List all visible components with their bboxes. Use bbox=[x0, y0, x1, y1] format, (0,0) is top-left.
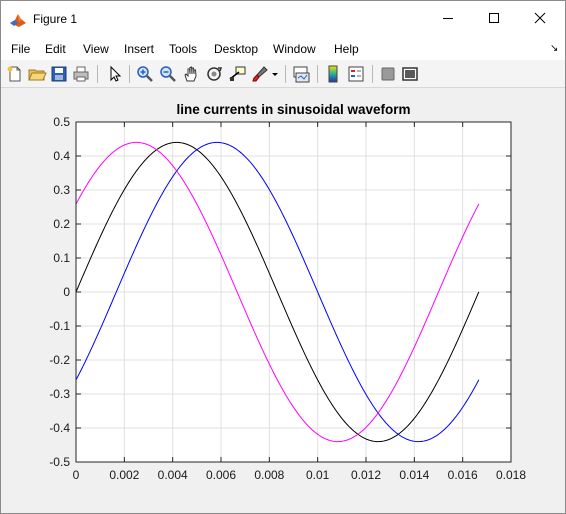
pointer-arrow-icon[interactable] bbox=[105, 64, 125, 84]
save-icon[interactable] bbox=[49, 64, 69, 84]
x-tick-label: 0.002 bbox=[109, 468, 139, 482]
x-tick-label: 0 bbox=[73, 468, 80, 482]
x-tick-label: 0.008 bbox=[254, 468, 284, 482]
close-icon bbox=[534, 12, 546, 27]
toolbar-separator bbox=[285, 65, 286, 83]
figure-window: Figure 1 File Edit View Insert Tools Des… bbox=[0, 0, 566, 514]
x-tick-label: 0.016 bbox=[448, 468, 478, 482]
x-tick-label: 0.006 bbox=[206, 468, 236, 482]
print-icon[interactable] bbox=[71, 64, 91, 84]
menu-edit[interactable]: Edit bbox=[45, 42, 66, 56]
x-tick-label: 0.012 bbox=[351, 468, 381, 482]
y-tick-label: -0.5 bbox=[49, 455, 70, 469]
toolbar-separator bbox=[317, 65, 318, 83]
toolbar-separator bbox=[97, 65, 98, 83]
show-plot-tools-icon[interactable] bbox=[400, 64, 420, 84]
plot-area: 0 0.002 0.004 0.006 0.008 0.01 0.012 0.014 0.016… bbox=[49, 102, 526, 482]
y-tick-label: 0.3 bbox=[53, 183, 70, 197]
menu-bar: File Edit View Insert Tools Desktop Wind… bbox=[1, 38, 565, 60]
y-tick-label: -0.3 bbox=[49, 387, 70, 401]
minimize-icon bbox=[442, 12, 454, 27]
zoom-out-icon[interactable] bbox=[158, 64, 178, 84]
menu-insert[interactable]: Insert bbox=[124, 42, 154, 56]
y-tick-label: 0 bbox=[63, 285, 70, 299]
colorbar-icon[interactable] bbox=[323, 64, 343, 84]
y-tick-label: -0.4 bbox=[49, 421, 70, 435]
new-figure-icon[interactable] bbox=[5, 64, 25, 84]
menu-file[interactable]: File bbox=[11, 42, 30, 56]
x-tick-label: 0.018 bbox=[496, 468, 526, 482]
y-tick-label: 0.5 bbox=[53, 115, 70, 129]
window-title: Figure 1 bbox=[33, 12, 78, 26]
y-tick-label: 0.1 bbox=[53, 251, 70, 265]
title-bar: Figure 1 bbox=[1, 1, 565, 38]
x-tick-label: 0.01 bbox=[306, 468, 330, 482]
menu-window[interactable]: Window bbox=[273, 42, 316, 56]
open-file-icon[interactable] bbox=[27, 64, 47, 84]
x-tick-label: 0.014 bbox=[399, 468, 429, 482]
minimize-button[interactable] bbox=[425, 1, 471, 38]
legend-icon[interactable] bbox=[346, 64, 366, 84]
y-tick-label: -0.2 bbox=[49, 353, 70, 367]
maximize-icon bbox=[488, 12, 500, 27]
y-tick-label: 0.2 bbox=[53, 217, 70, 231]
matlab-logo-icon bbox=[9, 11, 27, 29]
rotate-3d-icon[interactable] bbox=[204, 64, 224, 84]
figure-toolbar bbox=[1, 60, 565, 88]
y-tick-label: 0.4 bbox=[53, 149, 70, 163]
pan-hand-icon[interactable] bbox=[181, 64, 201, 84]
figure-canvas: 0 0.002 0.004 0.006 0.008 0.01 0.012 0.014 0.016… bbox=[1, 89, 565, 513]
menu-desktop[interactable]: Desktop bbox=[214, 42, 258, 56]
menu-view[interactable]: View bbox=[83, 42, 109, 56]
menu-help[interactable]: Help bbox=[334, 42, 359, 56]
dock-arrow-icon[interactable]: ↘ bbox=[550, 43, 558, 54]
y-tick-label: -0.1 bbox=[49, 319, 70, 333]
brush-dropdown-icon[interactable] bbox=[269, 64, 281, 84]
maximize-button[interactable] bbox=[471, 1, 517, 38]
data-cursor-icon[interactable] bbox=[227, 64, 247, 84]
toolbar-separator bbox=[129, 65, 130, 83]
x-tick-label: 0.004 bbox=[158, 468, 188, 482]
brush-icon[interactable] bbox=[250, 64, 270, 84]
zoom-in-icon[interactable] bbox=[135, 64, 155, 84]
hide-plot-tools-icon[interactable] bbox=[378, 64, 398, 84]
close-button[interactable] bbox=[517, 1, 563, 38]
toolbar-separator bbox=[372, 65, 373, 83]
chart-title: line currents in sinusoidal waveform bbox=[176, 102, 410, 117]
menu-tools[interactable]: Tools bbox=[169, 42, 197, 56]
link-plot-icon[interactable] bbox=[291, 64, 311, 84]
